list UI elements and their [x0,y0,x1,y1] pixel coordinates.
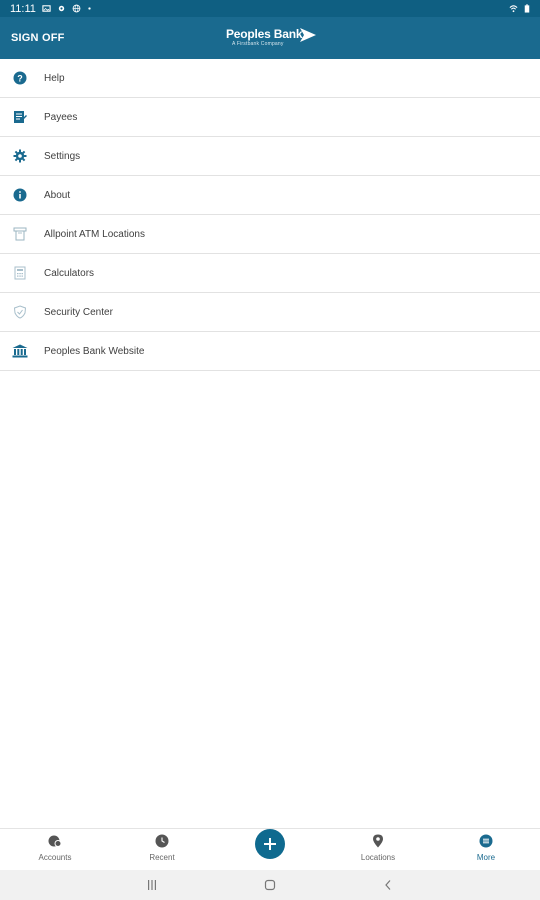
status-left: 11:11 [10,3,92,15]
status-time: 11:11 [10,2,36,15]
menu-item-label: Help [44,72,65,84]
menu-item-calculators[interactable]: Calculators [0,254,540,293]
menu-item-label: Peoples Bank Website [44,345,145,357]
menu-item-settings[interactable]: Settings [0,137,540,176]
status-bar: 11:11 [0,0,540,17]
menu-item-security-center[interactable]: Security Center [0,293,540,332]
bank-icon [12,343,28,359]
back-icon [385,880,391,890]
recent-icon [155,834,169,848]
gear-notification-icon [58,5,65,12]
shield-icon [12,304,28,320]
tab-more[interactable]: More [451,829,521,871]
tab-label: More [476,853,496,862]
system-navigation-bar [0,870,540,900]
home-icon [264,879,276,891]
tab-accounts[interactable]: Accounts [20,829,90,871]
menu-item-label: Security Center [44,306,113,318]
atm-icon [12,226,28,242]
recents-icon [148,880,156,890]
tab-label: Recent [149,853,175,862]
menu-item-label: About [44,189,71,201]
menu-item-allpoint-atm[interactable]: Allpoint ATM Locations [0,215,540,254]
status-right [509,4,530,13]
svg-text:?: ? [17,73,23,83]
bottom-tab-bar: Accounts Recent Locations More [0,828,540,870]
info-icon [12,187,28,203]
menu-item-payees[interactable]: Payees [0,98,540,137]
sign-off-button[interactable]: SIGN OFF [11,32,65,44]
gear-icon [12,148,28,164]
peoples-bank-logo: Peoples Bank A Firstbank Company [226,24,318,54]
tab-locations[interactable]: Locations [343,829,413,871]
dot-notification-icon [88,7,91,10]
back-button[interactable] [378,877,398,893]
battery-icon [524,4,530,13]
menu-item-peoples-bank-website[interactable]: Peoples Bank Website [0,332,540,371]
logo-text: Peoples Bank [226,27,303,41]
menu-item-label: Calculators [44,267,95,279]
calculator-icon [12,265,28,281]
add-button[interactable] [255,829,285,859]
payees-icon [12,109,28,125]
plus-icon [264,838,276,850]
menu-item-label: Payees [44,111,78,123]
recents-button[interactable] [142,877,162,893]
tab-label: Accounts [38,853,72,862]
accounts-icon [48,834,62,848]
tab-label: Locations [360,853,396,862]
app-header: SIGN OFF Peoples Bank A Firstbank Compan… [0,17,540,59]
help-icon: ? [12,70,28,86]
wifi-icon [509,5,518,13]
home-button[interactable] [260,877,280,893]
menu-item-label: Settings [44,150,81,162]
menu-item-help[interactable]: ? Help [0,59,540,98]
menu-item-label: Allpoint ATM Locations [44,228,145,240]
logo-arrow-icon [300,28,316,42]
more-menu-list: ? Help Payees Settings About Allpoint AT… [0,59,540,371]
globe-notification-icon [72,4,81,13]
menu-item-about[interactable]: About [0,176,540,215]
image-notification-icon [42,5,51,12]
more-icon [479,834,493,848]
tab-recent[interactable]: Recent [127,829,197,871]
location-pin-icon [371,834,385,848]
logo-subtext: A Firstbank Company [232,41,284,47]
